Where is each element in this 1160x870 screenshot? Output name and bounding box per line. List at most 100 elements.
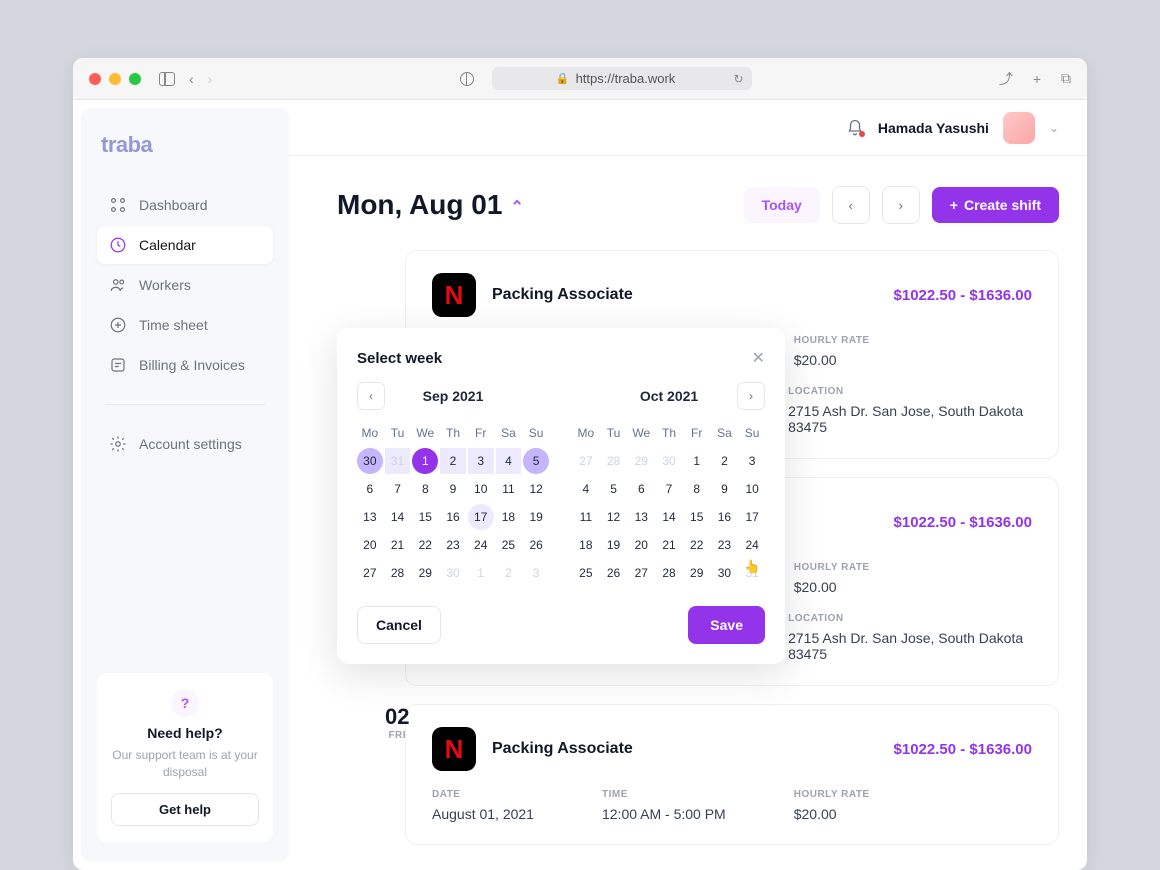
calendar-day[interactable]: 15	[684, 504, 710, 530]
calendar-day[interactable]: 5	[523, 448, 549, 474]
calendar-day[interactable]: 24	[468, 532, 494, 558]
shift-card[interactable]: N Packing Associate $1022.50 - $1636.00 …	[405, 704, 1059, 845]
forward-icon[interactable]: ›	[208, 71, 213, 87]
calendar-day[interactable]: 27	[573, 448, 599, 474]
calendar-day[interactable]: 18	[496, 504, 522, 530]
calendar-day[interactable]: 13	[357, 504, 383, 530]
calendar-day[interactable]: 24	[739, 532, 765, 558]
calendar-day[interactable]: 15	[412, 504, 438, 530]
calendar-day[interactable]: 3	[468, 448, 494, 474]
privacy-shield-icon[interactable]	[460, 72, 474, 86]
calendar-day[interactable]: 8	[684, 476, 710, 502]
sidebar-item-timesheet[interactable]: Time sheet	[97, 306, 273, 344]
calendar-day[interactable]: 6	[628, 476, 654, 502]
get-help-button[interactable]: Get help	[111, 793, 259, 826]
calendar-day[interactable]: 14	[656, 504, 682, 530]
calendar-day[interactable]: 25	[573, 560, 599, 586]
calendar-day[interactable]: 30	[712, 560, 738, 586]
calendar-day[interactable]: 17	[468, 504, 494, 530]
calendar-day[interactable]: 29	[628, 448, 654, 474]
calendar-day[interactable]: 20	[357, 532, 383, 558]
calendar-day[interactable]: 25	[496, 532, 522, 558]
tabs-icon[interactable]: ⧉	[1061, 70, 1071, 87]
avatar[interactable]	[1003, 112, 1035, 144]
calendar-day[interactable]: 21	[656, 532, 682, 558]
calendar-day[interactable]: 26	[601, 560, 627, 586]
address-bar[interactable]: 🔒 https://traba.work ↻	[492, 67, 752, 90]
page-title[interactable]: Mon, Aug 01 ⌃	[337, 189, 524, 221]
calendar-day[interactable]: 7	[385, 476, 411, 502]
cancel-button[interactable]: Cancel	[357, 606, 441, 644]
calendar-day[interactable]: 11	[573, 504, 599, 530]
sidebar-item-settings[interactable]: Account settings	[97, 425, 273, 463]
calendar-day[interactable]: 8	[412, 476, 438, 502]
calendar-day[interactable]: 19	[523, 504, 549, 530]
calendar-day[interactable]: 9	[440, 476, 466, 502]
calendar-day[interactable]: 3	[739, 448, 765, 474]
calendar-day[interactable]: 4	[573, 476, 599, 502]
calendar-day[interactable]: 13	[628, 504, 654, 530]
back-icon[interactable]: ‹	[189, 71, 194, 87]
calendar-day[interactable]: 26	[523, 532, 549, 558]
calendar-day[interactable]: 3	[523, 560, 549, 586]
calendar-day[interactable]: 10	[739, 476, 765, 502]
calendar-day[interactable]: 22	[684, 532, 710, 558]
calendar-day[interactable]: 22	[412, 532, 438, 558]
calendar-day[interactable]: 10	[468, 476, 494, 502]
calendar-day[interactable]: 23	[712, 532, 738, 558]
sidebar-item-billing[interactable]: Billing & Invoices	[97, 346, 273, 384]
calendar-day[interactable]: 28	[601, 448, 627, 474]
calendar-day[interactable]: 23	[440, 532, 466, 558]
bell-icon[interactable]	[846, 119, 864, 137]
calendar-day[interactable]: 20	[628, 532, 654, 558]
prev-month-button[interactable]: ‹	[357, 382, 385, 410]
calendar-day[interactable]: 30	[357, 448, 383, 474]
close-window[interactable]	[89, 73, 101, 85]
calendar-day[interactable]: 19	[601, 532, 627, 558]
share-icon[interactable]: ⤴	[999, 69, 1013, 89]
create-shift-button[interactable]: + Create shift	[932, 187, 1059, 223]
calendar-day[interactable]: 11	[496, 476, 522, 502]
calendar-day[interactable]: 27	[628, 560, 654, 586]
close-icon[interactable]: ✕	[752, 348, 765, 368]
calendar-day[interactable]: 4	[496, 448, 522, 474]
calendar-day[interactable]: 7	[656, 476, 682, 502]
save-button[interactable]: Save	[688, 606, 765, 644]
next-day-button[interactable]: ›	[882, 186, 920, 224]
calendar-day[interactable]: 28	[656, 560, 682, 586]
calendar-day[interactable]: 9	[712, 476, 738, 502]
calendar-day[interactable]: 2	[496, 560, 522, 586]
sidebar-item-calendar[interactable]: Calendar	[97, 226, 273, 264]
new-tab-icon[interactable]: +	[1033, 71, 1041, 87]
calendar-day[interactable]: 29	[684, 560, 710, 586]
chevron-down-icon[interactable]: ⌄	[1049, 121, 1059, 135]
calendar-day[interactable]: 12	[601, 504, 627, 530]
calendar-day[interactable]: 18	[573, 532, 599, 558]
calendar-day[interactable]: 16	[712, 504, 738, 530]
sidebar-toggle-icon[interactable]	[159, 72, 175, 86]
sidebar-item-workers[interactable]: Workers	[97, 266, 273, 304]
calendar-day[interactable]: 28	[385, 560, 411, 586]
calendar-day[interactable]: 16	[440, 504, 466, 530]
calendar-day[interactable]: 29	[412, 560, 438, 586]
calendar-day[interactable]: 31	[385, 448, 411, 474]
calendar-day[interactable]: 17	[739, 504, 765, 530]
calendar-day[interactable]: 2	[712, 448, 738, 474]
calendar-day[interactable]: 5	[601, 476, 627, 502]
calendar-day[interactable]: 12	[523, 476, 549, 502]
calendar-day[interactable]: 1	[684, 448, 710, 474]
calendar-day[interactable]: 27	[357, 560, 383, 586]
calendar-day[interactable]: 2	[440, 448, 466, 474]
maximize-window[interactable]	[129, 73, 141, 85]
reload-icon[interactable]: ↻	[734, 72, 744, 86]
calendar-day[interactable]: 1	[412, 448, 438, 474]
calendar-day[interactable]: 30	[440, 560, 466, 586]
minimize-window[interactable]	[109, 73, 121, 85]
sidebar-item-dashboard[interactable]: Dashboard	[97, 186, 273, 224]
calendar-day[interactable]: 6	[357, 476, 383, 502]
calendar-day[interactable]: 21	[385, 532, 411, 558]
calendar-day[interactable]: 1	[468, 560, 494, 586]
calendar-day[interactable]: 30	[656, 448, 682, 474]
next-month-button[interactable]: ›	[737, 382, 765, 410]
today-button[interactable]: Today	[744, 187, 820, 223]
